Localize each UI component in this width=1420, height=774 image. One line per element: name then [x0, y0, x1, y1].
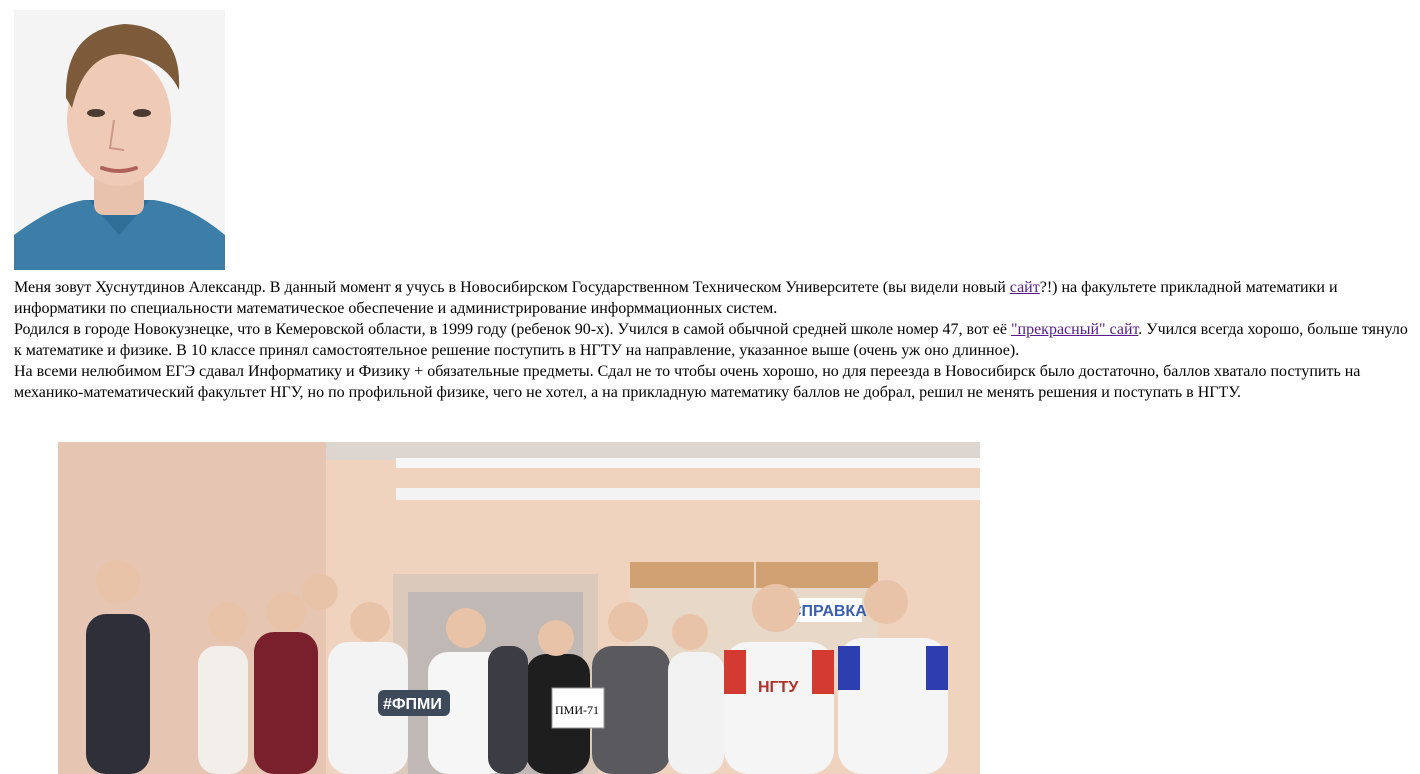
bio-text: Меня зовут Хуснутдинов Александр. В данн… [14, 277, 1416, 403]
bio-paragraph-2: Родился в городе Новокузнецке, что в Кем… [14, 319, 1416, 361]
bio-paragraph-1: Меня зовут Хуснутдинов Александр. В данн… [14, 277, 1416, 319]
portrait-photo [14, 10, 225, 270]
portrait-illustration [14, 10, 225, 270]
school-site-link[interactable]: "прекрасный" сайт [1011, 321, 1138, 338]
shirt-logo-text: НГТУ [758, 679, 799, 696]
university-site-link[interactable]: сайт [1010, 279, 1040, 296]
hashtag-sign-text: #ФПМИ [383, 696, 442, 713]
bio-p1-text-start: Меня зовут Хуснутдинов Александр. В данн… [14, 279, 1010, 296]
group-photo-illustration: СПРАВКА НГТУ #ФПМИ ПМИ-71 [58, 442, 980, 774]
group-sign-text: ПМИ-71 [555, 703, 599, 717]
bio-paragraph-3: На всеми нелюбимом ЕГЭ сдавал Информатик… [14, 363, 1361, 401]
board-sign-text: СПРАВКА [790, 603, 867, 620]
bio-p2-text-start: Родился в городе Новокузнецке, что в Кем… [14, 321, 1011, 338]
group-photo: СПРАВКА НГТУ #ФПМИ ПМИ-71 [58, 442, 980, 774]
